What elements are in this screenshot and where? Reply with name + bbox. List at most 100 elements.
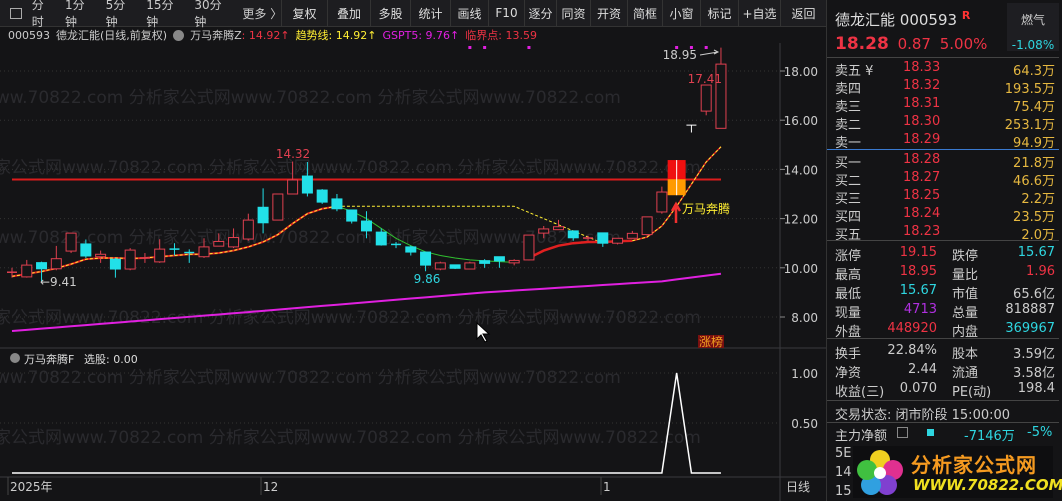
main-flow-pct: -5% bbox=[1027, 425, 1053, 440]
watermark: 分析家公式网www.70822.com 分析家公式网www.70822.com … bbox=[0, 368, 621, 388]
book-level: 卖二 bbox=[835, 118, 862, 133]
price-label: 18.95 bbox=[663, 48, 697, 62]
candle-body bbox=[65, 232, 77, 252]
candle-body bbox=[316, 189, 328, 203]
tab-period[interactable]: 5分钟 bbox=[106, 0, 137, 30]
book-level: 买三 bbox=[835, 192, 862, 207]
price-label: 9.86 bbox=[414, 272, 441, 286]
quote-code: 000593 bbox=[899, 11, 958, 29]
stat-row: 净资 2.44 流通 3.58亿 bbox=[827, 362, 1062, 381]
book-level: 卖五 ¥ bbox=[835, 64, 874, 79]
tab-more[interactable]: 更多 〉 bbox=[242, 5, 282, 22]
toolbar-button[interactable]: 小窗 bbox=[662, 0, 700, 27]
stat-value: 818887 bbox=[1005, 302, 1055, 317]
candle-body bbox=[272, 193, 284, 221]
trade-status: 交易状态: 闭市阶段 15:00:00 bbox=[835, 408, 1011, 423]
candle-body bbox=[464, 262, 476, 270]
y-tick-label: 14.00 bbox=[784, 163, 818, 177]
stat-value: 3.58亿 bbox=[1013, 366, 1055, 381]
watermark: 分析家公式网www.70822.com 分析家公式网www.70822.com … bbox=[0, 428, 701, 448]
toolbar-button[interactable]: F10 bbox=[488, 0, 524, 27]
toolbar-button[interactable]: 开资 bbox=[590, 0, 627, 27]
candle-body bbox=[346, 209, 358, 222]
book-volume: 253.1万 bbox=[1004, 118, 1055, 133]
tab-period[interactable]: 1分钟 bbox=[65, 0, 96, 30]
toolbar-button[interactable]: 画线 bbox=[450, 0, 488, 27]
stat-value: 65.6亿 bbox=[1013, 287, 1055, 302]
stock-code: 000593 bbox=[8, 28, 50, 42]
panel-toggle-icon[interactable] bbox=[10, 7, 22, 19]
tab-period[interactable]: 分时 bbox=[32, 0, 55, 30]
main-flow-row: 主力净额 -7146万 -5% bbox=[827, 425, 1062, 444]
main-flow-label: 主力净额 bbox=[835, 429, 888, 444]
tab-period[interactable]: 30分钟 bbox=[194, 0, 232, 30]
stat-label: 跌停 bbox=[952, 249, 979, 264]
candle-body bbox=[434, 262, 446, 270]
toolbar-button[interactable]: 逐分 bbox=[524, 0, 556, 27]
candle-body bbox=[523, 234, 535, 261]
indicator-dropdown-icon[interactable] bbox=[10, 353, 20, 363]
toolbar-button[interactable]: 返回 bbox=[780, 0, 826, 27]
stat-row: 涨停 19.15 跌停 15.67 bbox=[827, 245, 1062, 264]
toolbar-button[interactable]: 简框 bbox=[627, 0, 662, 27]
period-label: 日线 bbox=[786, 480, 810, 494]
tab-period[interactable]: 15分钟 bbox=[146, 0, 184, 30]
candle-body bbox=[375, 231, 387, 246]
signal-dot bbox=[483, 46, 487, 49]
toolbar-button[interactable]: 复权 bbox=[281, 0, 327, 27]
stat-row: 换手 22.84% 股本 3.59亿 bbox=[827, 343, 1062, 362]
y-tick-label: 18.00 bbox=[784, 65, 818, 79]
book-level: 买一 bbox=[835, 156, 862, 171]
book-level: 买四 bbox=[835, 210, 862, 225]
site-logo: 分析家公式网 WWW.70822.COM bbox=[853, 446, 1062, 498]
watermark: 分析家公式网www.70822.com 分析家公式网www.70822.com … bbox=[0, 308, 701, 328]
candle-body bbox=[50, 258, 62, 270]
toolbar-button[interactable]: +自选 bbox=[738, 0, 780, 27]
book-price: 18.30 bbox=[903, 114, 941, 129]
book-price: 18.29 bbox=[903, 132, 941, 147]
candle-body bbox=[405, 246, 417, 253]
toolbar-button[interactable]: 标记 bbox=[700, 0, 738, 27]
price-label: 万马奔腾 bbox=[682, 201, 730, 216]
book-volume: 46.6万 bbox=[1013, 174, 1055, 189]
toolbar-button[interactable]: 同资 bbox=[556, 0, 590, 27]
candle-body bbox=[21, 264, 33, 278]
book-price: 18.32 bbox=[903, 78, 941, 93]
toolbar-button[interactable]: 叠加 bbox=[327, 0, 370, 27]
order-book-row: 卖五 ¥ 18.33 64.3万 bbox=[827, 60, 1062, 79]
y-tick-label: 12.00 bbox=[784, 213, 818, 227]
chart-mode: (日线,前复权) bbox=[100, 29, 168, 42]
y-tick-label: 0.50 bbox=[791, 417, 818, 431]
stat-label: 最低 bbox=[835, 287, 862, 302]
book-volume: 193.5万 bbox=[1004, 82, 1055, 97]
book-volume: 23.5万 bbox=[1013, 210, 1055, 225]
indicator-dropdown-icon[interactable] bbox=[173, 29, 185, 41]
order-book-row: 买三 18.25 2.2万 bbox=[827, 188, 1062, 207]
candle-body bbox=[80, 243, 92, 257]
price-pct: 5.00% bbox=[939, 35, 988, 53]
book-level: 卖三 bbox=[835, 100, 862, 115]
order-book-row: 买四 18.24 23.5万 bbox=[827, 206, 1062, 225]
candle-body bbox=[198, 246, 210, 258]
toolbar-button[interactable]: 多股 bbox=[370, 0, 410, 27]
stat-value: 2.44 bbox=[908, 362, 937, 377]
stat-value: 369967 bbox=[1005, 321, 1055, 336]
toolbar-button[interactable]: 统计 bbox=[410, 0, 450, 27]
y-tick-label: 10.00 bbox=[784, 262, 818, 276]
sector-change: -1.08% bbox=[1011, 38, 1055, 52]
book-price: 18.25 bbox=[903, 188, 941, 203]
quote-title: 德龙汇能 000593 R bbox=[835, 9, 970, 30]
stat-label: 流通 bbox=[952, 366, 979, 381]
indicator-name[interactable]: 万马奔腾Z bbox=[190, 27, 242, 43]
lower-indicator-name: 万马奔腾F bbox=[24, 352, 74, 366]
indicator-info-bar: 000593 德龙汇能 (日线,前复权) 万马奔腾Z : 14.92↑ 趋势线:… bbox=[0, 27, 780, 43]
kline-chart[interactable]: 分析家公式网www.70822.com 分析家公式网www.70822.com … bbox=[0, 43, 826, 501]
sector-box[interactable]: 燃气 -1.08% bbox=[1007, 3, 1059, 52]
signal-dot bbox=[527, 46, 531, 49]
list-icon[interactable] bbox=[897, 427, 908, 438]
signal-arrow-icon bbox=[670, 201, 682, 223]
stat-value: 19.15 bbox=[899, 245, 937, 260]
candle-body bbox=[479, 260, 491, 264]
stat-label: 市值 bbox=[952, 287, 979, 302]
y-tick-label: 16.00 bbox=[784, 114, 818, 128]
